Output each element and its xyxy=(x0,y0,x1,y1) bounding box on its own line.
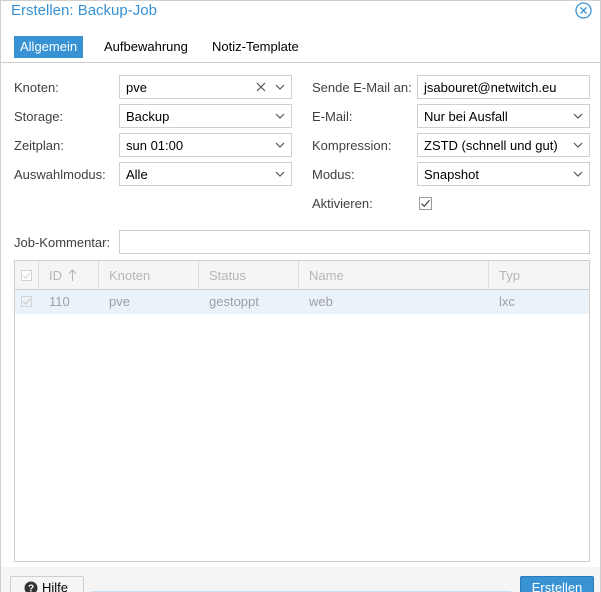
node-label: Knoten: xyxy=(14,80,59,95)
help-button-label: Hilfe xyxy=(42,580,69,592)
schedule-combobox[interactable]: sun 01:00 xyxy=(119,133,292,157)
question-circle-icon: ? xyxy=(24,581,38,592)
chevron-down-icon[interactable] xyxy=(572,110,584,122)
compression-label: Kompression: xyxy=(312,138,392,153)
help-button[interactable]: ? Hilfe xyxy=(10,576,84,592)
tab-aufbewahrung[interactable]: Aufbewahrung xyxy=(98,36,194,58)
chevron-down-icon[interactable] xyxy=(572,139,584,151)
tab-notiz-template[interactable]: Notiz-Template xyxy=(206,36,305,58)
send-email-input[interactable]: jsabouret@netwitch.eu xyxy=(417,75,590,99)
email-value: Nur bei Ausfall xyxy=(424,109,508,124)
email-combobox[interactable]: Nur bei Ausfall xyxy=(417,104,590,128)
job-comment-label: Job-Kommentar: xyxy=(14,235,111,250)
storage-value: Backup xyxy=(126,109,170,124)
header-select-all-cell[interactable] xyxy=(15,261,39,290)
schedule-label: Zeitplan: xyxy=(14,138,64,153)
chevron-down-icon[interactable] xyxy=(274,81,286,93)
tab-bar: Allgemein Aufbewahrung Notiz-Template xyxy=(1,25,600,63)
column-header-status[interactable]: Status xyxy=(199,261,299,290)
chevron-down-icon[interactable] xyxy=(274,110,286,122)
node-combobox[interactable]: pve xyxy=(119,75,292,99)
chevron-down-icon[interactable] xyxy=(274,168,286,180)
job-comment-input[interactable] xyxy=(119,230,590,254)
create-button-label: Erstellen xyxy=(531,580,583,592)
dialog-window: Erstellen: Backup-Job Allgemein Aufbewah… xyxy=(0,0,601,592)
row-checkbox[interactable] xyxy=(21,296,32,307)
table-row[interactable]: 110 pve gestoppt web lxc xyxy=(15,290,589,314)
send-email-label: Sende E-Mail an: xyxy=(312,80,412,95)
selection-mode-combobox[interactable]: Alle xyxy=(119,162,292,186)
dialog-footer: ? Hilfe Erstellen xyxy=(1,567,600,592)
enable-checkbox[interactable] xyxy=(419,197,432,210)
compression-combobox[interactable]: ZSTD (schnell und gut) xyxy=(417,133,590,157)
send-email-value: jsabouret@netwitch.eu xyxy=(424,80,557,95)
cell-node: pve xyxy=(109,294,130,309)
dialog-title: Erstellen: Backup-Job xyxy=(11,2,157,19)
selection-mode-value: Alle xyxy=(126,167,148,182)
cell-type: lxc xyxy=(499,294,515,309)
form-panel: Knoten: pve Storage: Backup Zeitplan: su… xyxy=(1,63,600,567)
column-header-name[interactable]: Name xyxy=(299,261,489,290)
chevron-down-icon[interactable] xyxy=(572,168,584,180)
storage-combobox[interactable]: Backup xyxy=(119,104,292,128)
column-header-id[interactable]: ID xyxy=(39,261,99,290)
clear-x-icon[interactable] xyxy=(256,82,266,92)
title-bar: Erstellen: Backup-Job xyxy=(1,1,600,25)
create-button[interactable]: Erstellen xyxy=(520,576,594,592)
chevron-down-icon[interactable] xyxy=(274,139,286,151)
node-value: pve xyxy=(126,80,147,95)
grid-header: ID Knoten Status Name Typ xyxy=(15,261,589,290)
schedule-value: sun 01:00 xyxy=(126,138,184,153)
compression-value: ZSTD (schnell und gut) xyxy=(424,138,558,153)
selection-mode-label: Auswahlmodus: xyxy=(14,167,106,182)
svg-text:?: ? xyxy=(28,584,34,592)
storage-label: Storage: xyxy=(14,109,64,124)
mode-combobox[interactable]: Snapshot xyxy=(417,162,590,186)
enable-label: Aktivieren: xyxy=(312,196,373,211)
cell-status: gestoppt xyxy=(209,294,259,309)
arrow-up-icon xyxy=(68,269,77,281)
column-header-type[interactable]: Typ xyxy=(489,261,589,290)
mode-value: Snapshot xyxy=(424,167,479,182)
column-id-label: ID xyxy=(49,268,62,283)
column-header-node[interactable]: Knoten xyxy=(99,261,199,290)
cell-id: 110 xyxy=(49,294,70,309)
cell-name: web xyxy=(309,294,333,309)
close-icon[interactable] xyxy=(575,2,592,19)
tab-allgemein[interactable]: Allgemein xyxy=(14,36,84,58)
select-all-checkbox[interactable] xyxy=(21,270,32,281)
vm-selection-grid: ID Knoten Status Name Typ 110 pve gestop… xyxy=(14,260,590,562)
email-label: E-Mail: xyxy=(312,109,353,124)
mode-label: Modus: xyxy=(312,167,355,182)
